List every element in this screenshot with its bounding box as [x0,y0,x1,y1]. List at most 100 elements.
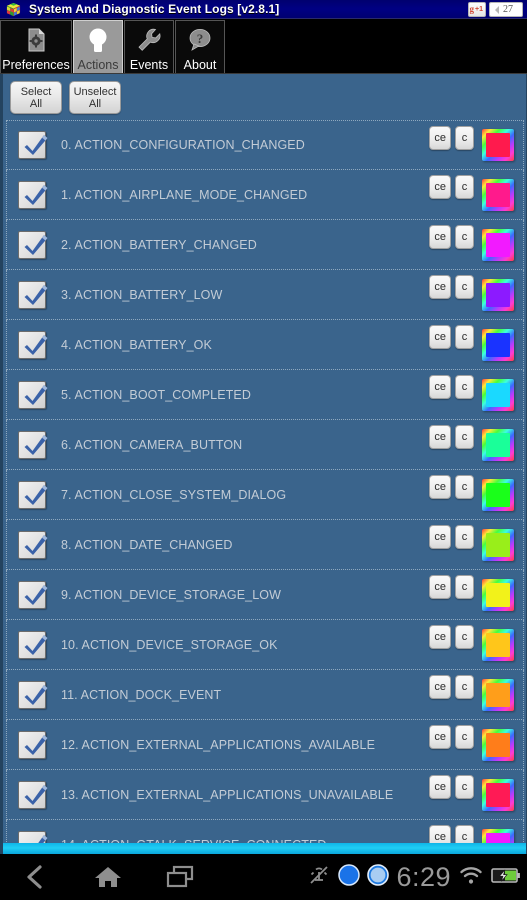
home-icon[interactable] [72,854,144,900]
ce-button[interactable]: ce [429,725,451,749]
tab-preferences[interactable]: Preferences [0,20,72,73]
document-gear-icon [1,21,71,58]
color-swatch[interactable] [482,328,514,361]
ce-button[interactable]: ce [429,175,451,199]
event-checkbox[interactable] [18,480,48,509]
svg-text:?: ? [197,31,204,46]
ce-button[interactable]: ce [429,775,451,799]
recent-apps-icon[interactable] [144,854,216,900]
list-item[interactable]: 10. ACTION_DEVICE_STORAGE_OK ce c [6,620,524,670]
color-swatch[interactable] [482,578,514,611]
c-button[interactable]: c [455,275,474,299]
color-swatch-fill [486,732,510,757]
list-item[interactable]: 3. ACTION_BATTERY_LOW ce c [6,270,524,320]
list-item[interactable]: 12. ACTION_EXTERNAL_APPLICATIONS_AVAILAB… [6,720,524,770]
app-window: System And Diagnostic Event Logs [v2.8.1… [0,0,527,900]
c-button[interactable]: c [455,475,474,499]
plusone-count[interactable]: 27 [489,2,523,17]
color-swatch[interactable] [482,178,514,211]
c-button[interactable]: c [455,175,474,199]
list-item[interactable]: 11. ACTION_DOCK_EVENT ce c [6,670,524,720]
color-swatch[interactable] [482,129,514,161]
checkmark-icon [24,584,48,605]
tab-events[interactable]: Events [124,20,174,73]
color-swatch[interactable] [482,728,514,761]
list-item[interactable]: 13. ACTION_EXTERNAL_APPLICATIONS_UNAVAIL… [6,770,524,820]
color-swatch[interactable] [482,478,514,511]
c-button[interactable]: c [455,525,474,549]
event-checkbox[interactable] [18,780,48,809]
event-checkbox[interactable] [18,330,48,359]
checkmark-icon [24,135,48,155]
checkmark-icon [24,684,48,705]
ce-button[interactable]: ce [429,375,451,399]
color-swatch[interactable] [482,228,514,261]
tab-actions[interactable]: Actions [73,20,123,73]
color-swatch[interactable] [482,678,514,711]
row-action-buttons: ce c [429,275,474,299]
c-button[interactable]: c [455,625,474,649]
event-checkbox[interactable] [18,530,48,559]
event-checkbox[interactable] [18,630,48,659]
select-all-button[interactable]: Select All [10,81,62,114]
event-label: 3. ACTION_BATTERY_LOW [61,287,223,302]
c-button[interactable]: c [455,126,474,150]
list-item[interactable]: 0. ACTION_CONFIGURATION_CHANGED ce c [6,120,524,170]
google-plusone-widget[interactable]: g +1 27 [467,2,523,17]
color-swatch-fill [486,432,510,457]
content-area: Select All Unselect All 0. ACTION_CONFIG… [0,74,527,854]
c-button[interactable]: c [455,725,474,749]
list-item[interactable]: 6. ACTION_CAMERA_BUTTON ce c [6,420,524,470]
ce-button[interactable]: ce [429,675,451,699]
color-swatch[interactable] [482,628,514,661]
list-item[interactable]: 4. ACTION_BATTERY_OK ce c [6,320,524,370]
c-button[interactable]: c [455,775,474,799]
plusone-button[interactable]: g +1 [467,2,486,17]
checkmark-icon [24,234,48,255]
c-button[interactable]: c [455,375,474,399]
c-button[interactable]: c [455,325,474,349]
color-swatch[interactable] [482,428,514,461]
row-action-buttons: ce c [429,525,474,549]
event-checkbox[interactable] [18,680,48,709]
tab-about[interactable]: ? About [175,20,225,73]
list-item[interactable]: 8. ACTION_DATE_CHANGED ce c [6,520,524,570]
event-checkbox[interactable] [18,230,48,259]
window-title: System And Diagnostic Event Logs [v2.8.1… [29,2,280,16]
row-action-buttons: ce c [429,375,474,399]
c-button[interactable]: c [455,425,474,449]
ce-button[interactable]: ce [429,575,451,599]
ce-button[interactable]: ce [429,325,451,349]
ce-button[interactable]: ce [429,525,451,549]
c-button[interactable]: c [455,675,474,699]
event-checkbox[interactable] [18,180,48,209]
list-item[interactable]: 2. ACTION_BATTERY_CHANGED ce c [6,220,524,270]
ce-button[interactable]: ce [429,475,451,499]
color-swatch[interactable] [482,278,514,311]
list-item[interactable]: 5. ACTION_BOOT_COMPLETED ce c [6,370,524,420]
ce-button[interactable]: ce [429,625,451,649]
color-swatch[interactable] [482,528,514,561]
event-checkbox[interactable] [18,730,48,759]
c-button[interactable]: c [455,225,474,249]
ce-button[interactable]: ce [429,275,451,299]
ce-button[interactable]: ce [429,126,451,150]
event-checkbox[interactable] [18,280,48,309]
ce-button[interactable]: ce [429,225,451,249]
event-checkbox[interactable] [18,580,48,609]
row-action-buttons: ce c [429,575,474,599]
c-button[interactable]: c [455,575,474,599]
event-checkbox[interactable] [18,430,48,459]
list-item[interactable]: 9. ACTION_DEVICE_STORAGE_LOW ce c [6,570,524,620]
row-action-buttons: ce c [429,475,474,499]
list-item[interactable]: 1. ACTION_AIRPLANE_MODE_CHANGED ce c [6,170,524,220]
event-checkbox[interactable] [18,380,48,409]
back-icon[interactable] [0,854,72,900]
unselect-all-button[interactable]: Unselect All [69,81,121,114]
color-swatch[interactable] [482,778,514,811]
event-checkbox[interactable] [18,131,48,159]
color-swatch[interactable] [482,378,514,411]
list-item[interactable]: 7. ACTION_CLOSE_SYSTEM_DIALOG ce c [6,470,524,520]
ce-button[interactable]: ce [429,425,451,449]
checkmark-icon [24,534,48,555]
